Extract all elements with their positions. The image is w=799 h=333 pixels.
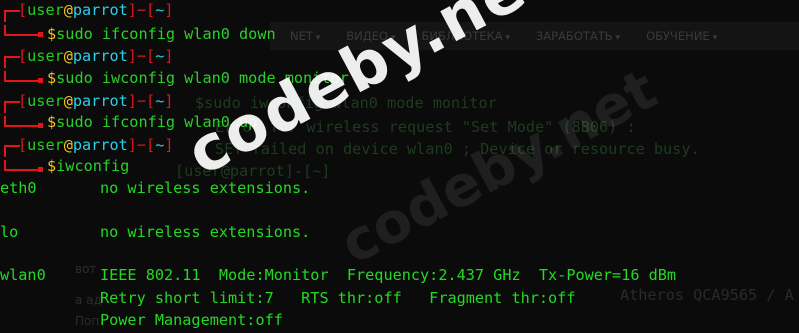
background-terminal-line: $sudo iwconfig wlan0 mode monitor xyxy=(195,94,497,112)
interface-info: no wireless extensions. xyxy=(100,179,311,197)
interface-info: IEEE 802.11 Mode:Monitor Frequency:2.437… xyxy=(100,266,677,284)
command-text: iwconfig xyxy=(56,157,130,175)
prompt-corner-bottom xyxy=(4,25,40,36)
background-terminal-line: SET failed on device wlan0 ; Device or r… xyxy=(215,140,700,158)
command-text: sudo ifconfig wlan0 up xyxy=(56,113,258,131)
background-nav-item: ОБУЧЕНИЕ xyxy=(646,29,717,43)
background-text: Поп xyxy=(75,314,100,328)
background-text: вот xyxy=(75,262,97,276)
interface-info: Power Management:off xyxy=(100,311,283,329)
interface-info: no wireless extensions. xyxy=(100,223,311,241)
background-nav-item: ВИДЕО xyxy=(346,29,395,43)
prompt-header: [user@parrot]−[~] xyxy=(18,92,174,110)
prompt-header: [user@parrot]−[~] xyxy=(18,47,174,65)
prompt-corner-bottom xyxy=(4,116,40,127)
command-line: $sudo ifconfig wlan0 down xyxy=(47,25,276,43)
command-text: sudo iwconfig wlan0 mode monitor xyxy=(56,69,349,87)
prompt-bullet xyxy=(38,167,43,172)
watermark-faint: codeby.net xyxy=(330,57,667,278)
interface-name: eth0 xyxy=(0,179,37,197)
command-line: $sudo ifconfig wlan0 up xyxy=(47,113,258,131)
background-text: Atheros QCA9565 / A xyxy=(620,286,794,304)
command-line: $iwconfig xyxy=(47,157,130,175)
background-nav-item: NET xyxy=(290,29,320,43)
prompt-header: [user@parrot]−[~] xyxy=(18,1,174,19)
background-nav-bar: NET ВИДЕО БИБЛИОТЕКА ЗАРАБОТАТЬ ОБУЧЕНИЕ xyxy=(270,22,799,50)
prompt-bullet xyxy=(38,123,43,128)
interface-info: Retry short limit:7 RTS thr:off Fragment… xyxy=(100,289,576,307)
prompt-bullet xyxy=(38,78,43,83)
background-nav-item: ЗАРАБОТАТЬ xyxy=(536,29,620,43)
background-text: а ад xyxy=(75,293,102,307)
prompt-corner-bottom xyxy=(4,160,40,171)
background-terminal-line: Error for wireless request "Set Mode" (8… xyxy=(215,118,636,136)
background-nav-item: БИБЛИОТЕКА xyxy=(421,29,509,43)
prompt-header: [user@parrot]−[~] xyxy=(18,136,174,154)
interface-name: lo xyxy=(0,223,19,241)
prompt-bullet xyxy=(38,32,43,37)
command-text: sudo ifconfig wlan0 down xyxy=(56,25,276,43)
interface-name: wlan0 xyxy=(0,266,46,284)
command-line: $sudo iwconfig wlan0 mode monitor xyxy=(47,69,349,87)
prompt-corner-bottom xyxy=(4,71,40,82)
